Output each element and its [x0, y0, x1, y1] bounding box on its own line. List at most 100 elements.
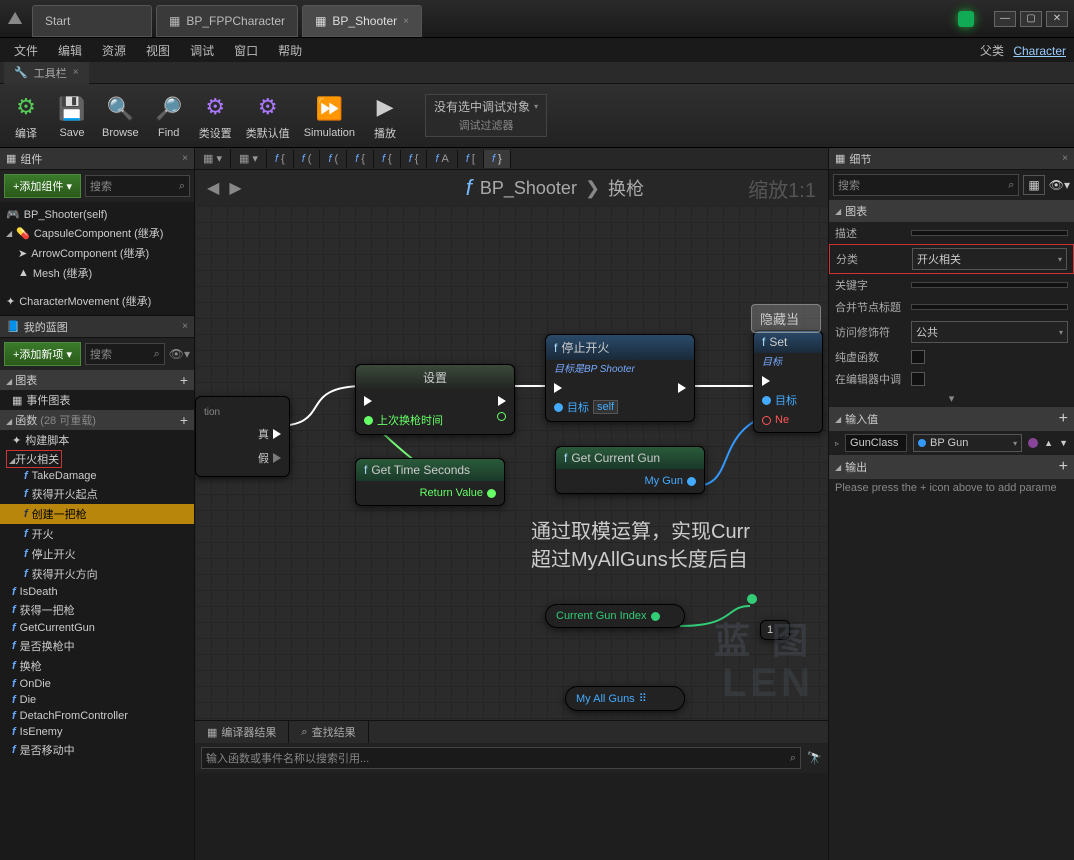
close-icon[interactable]: × — [73, 67, 79, 78]
component-movement[interactable]: ✦CharacterMovement (继承) — [0, 291, 194, 311]
menu-view[interactable]: 视图 — [140, 40, 176, 61]
class-defaults-button[interactable]: ⚙类默认值 — [246, 91, 290, 141]
input-type-dropdown[interactable]: BP Gun▾ — [913, 434, 1022, 452]
parent-class-link[interactable]: Character — [1013, 44, 1066, 58]
node-stopfire[interactable]: f停止开火 目标是BP Shooter 目标 self — [545, 334, 695, 422]
node-setvar[interactable]: fSet 目标 目标 Ne — [753, 330, 823, 433]
details-section-graph[interactable]: ◢图表 — [829, 200, 1074, 222]
function-item[interactable]: f换枪 — [0, 656, 194, 676]
node-getvar-currentindex[interactable]: Current Gun Index — [545, 604, 685, 628]
function-item[interactable]: f是否移动中 — [0, 740, 194, 760]
graph-canvas[interactable]: tion 真 假 设置 上次换枪时间 — [195, 206, 828, 720]
details-section-outputs[interactable]: ◢输出+ — [829, 455, 1074, 479]
binoculars-icon[interactable]: 🔭 — [807, 751, 822, 765]
class-settings-button[interactable]: ⚙类设置 — [199, 91, 232, 141]
function-item[interactable]: fDetachFromController — [0, 708, 194, 724]
comment-box[interactable]: 隐藏当 — [751, 304, 821, 333]
keywords-input[interactable] — [911, 282, 1068, 288]
add-component-button[interactable]: +添加组件 ▾ — [4, 174, 81, 198]
add-icon[interactable]: + — [180, 372, 188, 388]
node-gettime[interactable]: fGet Time Seconds Return Value — [355, 458, 505, 506]
close-button[interactable]: ✕ — [1046, 11, 1068, 27]
graph-tab[interactable]: f ( — [320, 150, 347, 168]
function-item[interactable]: fOnDie — [0, 676, 194, 692]
category-dropdown[interactable]: 开火相关▾ — [912, 248, 1067, 270]
graph-tab[interactable]: f { — [347, 150, 374, 168]
access-dropdown[interactable]: 公共▾ — [911, 321, 1068, 343]
nav-back-icon[interactable]: ◀ — [207, 178, 219, 198]
tab-fppcharacter[interactable]: ▦BP_FPPCharacter — [156, 5, 298, 37]
function-item[interactable]: f停止开火 — [0, 544, 194, 564]
function-group-fire[interactable]: ◢开火相关 — [6, 450, 62, 468]
function-item[interactable]: fIsEnemy — [0, 724, 194, 740]
function-item[interactable]: fTakeDamage — [0, 468, 194, 484]
node-getcurrentgun[interactable]: fGet Current Gun My Gun — [555, 446, 705, 494]
compile-button[interactable]: ⚙编译 — [10, 91, 42, 141]
function-item[interactable]: fDie — [0, 692, 194, 708]
section-functions[interactable]: ◢ 函数 (28 可重载)+ — [0, 410, 194, 430]
find-button[interactable]: 🔎Find — [153, 93, 185, 139]
add-icon[interactable]: + — [1059, 458, 1068, 476]
menu-window[interactable]: 窗口 — [228, 40, 264, 61]
function-item[interactable]: f是否换枪中 — [0, 636, 194, 656]
section-graphs[interactable]: ◢ 图表+ — [0, 370, 194, 390]
tab-compiler-results[interactable]: ▦编译器结果 — [195, 721, 289, 743]
graph-tab[interactable]: f A — [427, 150, 457, 168]
reroute-node[interactable] — [747, 594, 757, 604]
node-getvar-myallguns[interactable]: My All Guns⠿ — [565, 686, 685, 711]
add-icon[interactable]: + — [180, 412, 188, 428]
move-down-icon[interactable]: ▼ — [1059, 438, 1068, 448]
graph-tab[interactable]: f { — [267, 150, 294, 168]
graph-tab[interactable]: f ( — [294, 150, 321, 168]
myblueprint-search[interactable]: 搜索⌕ — [85, 343, 165, 365]
desc-input[interactable] — [911, 230, 1068, 236]
close-icon[interactable]: × — [182, 153, 188, 164]
expand-icon[interactable]: ▾ — [829, 390, 1074, 407]
tab-bpshooter[interactable]: ▦BP_Shooter× — [302, 5, 422, 37]
details-section-inputs[interactable]: ◢输入值+ — [829, 407, 1074, 431]
add-icon[interactable]: + — [1059, 410, 1068, 428]
move-up-icon[interactable]: ▲ — [1044, 438, 1053, 448]
component-capsule[interactable]: ◢💊CapsuleComponent (继承) — [0, 223, 194, 243]
tab-start[interactable]: Start — [32, 5, 152, 37]
input-name[interactable]: GunClass — [845, 434, 907, 452]
node-set[interactable]: 设置 上次换枪时间 — [355, 364, 515, 435]
function-item-selected[interactable]: f创建一把枪 — [0, 504, 194, 524]
find-search-input[interactable]: 输入函数或事件名称以搜索引用...⌕ — [201, 747, 801, 769]
menu-asset[interactable]: 资源 — [96, 40, 132, 61]
close-icon[interactable]: × — [403, 16, 409, 27]
construction-script-item[interactable]: ✦构建脚本 — [0, 430, 194, 450]
maximize-button[interactable]: ▢ — [1020, 11, 1042, 27]
node-branch[interactable]: tion 真 假 — [195, 396, 290, 477]
view-options-icon[interactable]: 👁▾ — [169, 347, 190, 361]
graph-tab[interactable]: ▦ ▾ — [231, 149, 267, 168]
graph-tab-active[interactable]: f } — [484, 150, 511, 168]
view-options-icon[interactable]: 👁▾ — [1049, 178, 1070, 192]
graph-tab[interactable]: f [ — [458, 150, 484, 168]
debug-object-selector[interactable]: 没有选中调试对象▾ 调试过滤器 — [425, 94, 547, 137]
function-item[interactable]: f开火 — [0, 524, 194, 544]
pure-checkbox[interactable] — [911, 350, 925, 364]
menu-debug[interactable]: 调试 — [184, 40, 220, 61]
editor-checkbox[interactable] — [911, 372, 925, 386]
menu-file[interactable]: 文件 — [8, 40, 44, 61]
add-new-button[interactable]: +添加新项 ▾ — [4, 342, 81, 366]
toolbar-tab[interactable]: 🔧工具栏× — [4, 62, 89, 84]
close-icon[interactable]: × — [1062, 153, 1068, 164]
simulation-button[interactable]: ⏩Simulation — [304, 93, 355, 139]
chevron-right-icon[interactable]: ▹ — [835, 439, 839, 448]
menu-edit[interactable]: 编辑 — [52, 40, 88, 61]
component-mesh[interactable]: ▲Mesh (继承) — [0, 263, 194, 283]
browse-button[interactable]: 🔍Browse — [102, 93, 139, 139]
function-item[interactable]: f获得一把枪 — [0, 600, 194, 620]
merge-input[interactable] — [911, 304, 1068, 310]
function-item[interactable]: fIsDeath — [0, 584, 194, 600]
grid-view-icon[interactable]: ▦ — [1023, 175, 1044, 195]
graph-tab[interactable]: f { — [401, 150, 428, 168]
function-item[interactable]: f获得开火起点 — [0, 484, 194, 504]
function-item[interactable]: f获得开火方向 — [0, 564, 194, 584]
component-root[interactable]: 🎮BP_Shooter(self) — [0, 206, 194, 223]
function-item[interactable]: fGetCurrentGun — [0, 620, 194, 636]
component-arrow[interactable]: ➤ArrowComponent (继承) — [0, 243, 194, 263]
tab-find-results[interactable]: ⌕查找结果 — [289, 721, 368, 743]
